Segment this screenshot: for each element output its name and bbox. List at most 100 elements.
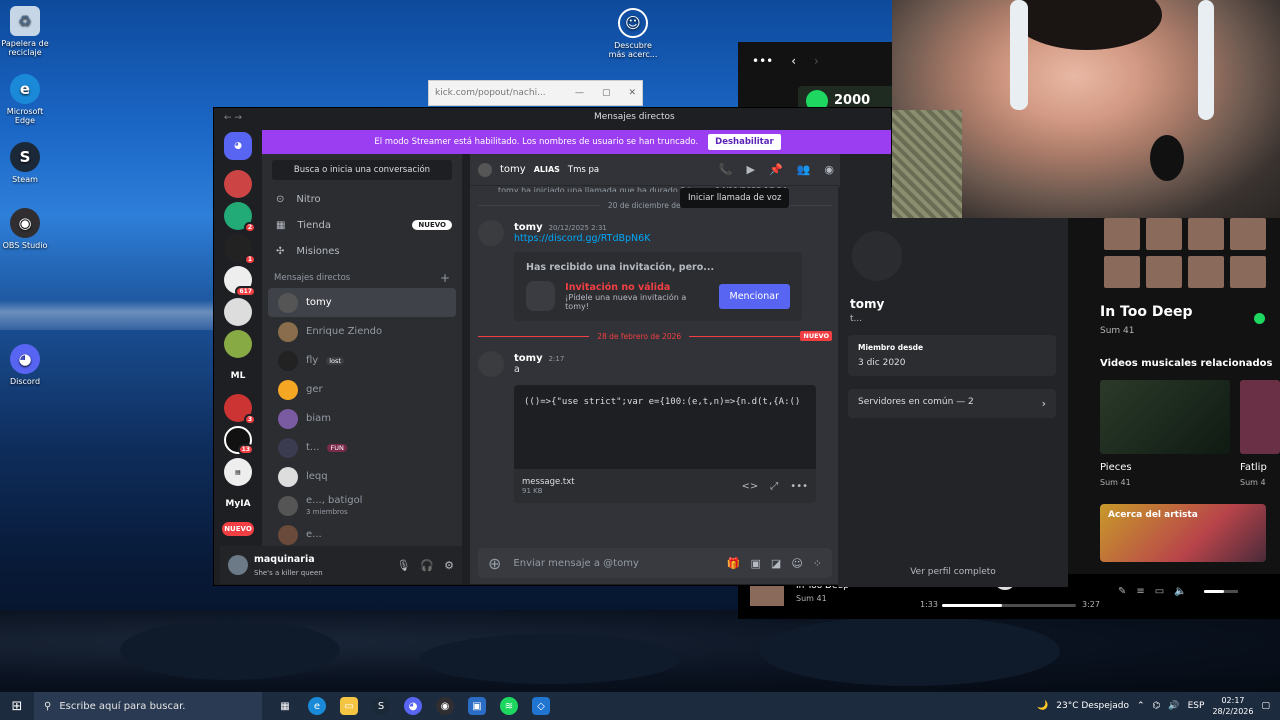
- app-icon[interactable]: ◇: [532, 697, 550, 715]
- gif-icon[interactable]: ▣: [751, 557, 761, 570]
- server-icon[interactable]: [224, 298, 252, 326]
- home-dm-button[interactable]: ◕: [224, 132, 252, 160]
- notifications-icon[interactable]: ▢: [1261, 701, 1270, 711]
- mutual-servers-card[interactable]: Servidores en común — 2 ›: [848, 389, 1056, 418]
- device-icon[interactable]: ▭: [1155, 586, 1164, 597]
- microphone-icon[interactable]: 🎙: [396, 559, 410, 572]
- add-dm-icon[interactable]: +: [440, 271, 450, 285]
- message-author[interactable]: tomy: [514, 222, 543, 233]
- server-icon[interactable]: [224, 330, 252, 358]
- chevron-up-icon[interactable]: ⌃: [1137, 701, 1145, 711]
- weather-text[interactable]: 23°C Despejado: [1056, 701, 1129, 711]
- video-call-icon[interactable]: ▶: [747, 163, 755, 176]
- view-full-profile-link[interactable]: Ver perfil completo: [838, 567, 1068, 577]
- back-arrow-icon[interactable]: ← →: [224, 113, 242, 123]
- add-friends-icon[interactable]: 👥: [797, 163, 811, 176]
- recipient-name[interactable]: tomy: [500, 164, 526, 175]
- progress-slider[interactable]: [942, 604, 1076, 607]
- maximize-icon[interactable]: ▢: [602, 88, 611, 98]
- edge-icon[interactable]: e: [308, 697, 326, 715]
- disable-streamer-button[interactable]: Deshabilitar: [708, 134, 781, 150]
- discord-icon[interactable]: ◕: [404, 697, 422, 715]
- server-icon[interactable]: 13: [224, 426, 254, 455]
- add-attachment-icon[interactable]: ⊕: [488, 554, 501, 573]
- lyrics-icon[interactable]: ✎: [1118, 586, 1126, 597]
- dm-item[interactable]: e..., batigol 3 miembros: [268, 491, 456, 520]
- file-name[interactable]: message.txt: [522, 477, 575, 487]
- mention-button[interactable]: Mencionar: [718, 283, 790, 309]
- avatar[interactable]: [478, 220, 504, 246]
- desktop-icon-discord[interactable]: ◕ Discord: [0, 344, 52, 386]
- server-icon[interactable]: 3: [224, 394, 256, 425]
- server-icon[interactable]: ▤: [224, 458, 252, 486]
- video-title[interactable]: Fatlip: [1240, 462, 1267, 473]
- video-title[interactable]: Pieces: [1100, 462, 1132, 473]
- obs-icon[interactable]: ◉: [436, 697, 454, 715]
- apps-icon[interactable]: ⁘: [813, 557, 822, 570]
- nav-nitro[interactable]: ⊙ Nitro: [262, 186, 462, 212]
- dm-item[interactable]: biam: [268, 404, 456, 433]
- avatar[interactable]: [478, 351, 504, 377]
- volume-icon[interactable]: 🔊: [1168, 701, 1179, 711]
- message-input[interactable]: Enviar mensaje a @tomy: [513, 558, 638, 569]
- avatar[interactable]: [228, 555, 248, 575]
- dm-item[interactable]: t... FUN: [268, 433, 456, 462]
- spotify-icon[interactable]: ≋: [500, 697, 518, 715]
- emoji-icon[interactable]: ☺: [791, 557, 802, 570]
- forward-icon[interactable]: ›: [814, 54, 819, 68]
- desktop-icon-steam[interactable]: S Steam: [0, 142, 52, 184]
- track-artist[interactable]: Sum 41: [1100, 326, 1135, 336]
- video-thumbnail[interactable]: [1100, 380, 1230, 454]
- taskbar-search[interactable]: ⚲ Escribe aquí para buscar.: [34, 692, 262, 720]
- nav-quests[interactable]: ✣ Misiones: [262, 238, 462, 264]
- message-composer[interactable]: ⊕ Enviar mensaje a @tomy 🎁 ▣ ◪ ☺ ⁘: [478, 548, 832, 578]
- dm-item-tomy[interactable]: tomy: [268, 288, 456, 317]
- desktop-icon-obs[interactable]: ◉ OBS Studio: [0, 208, 52, 250]
- more-icon[interactable]: •••: [752, 54, 773, 68]
- track-title[interactable]: In Too Deep: [1100, 304, 1192, 320]
- dm-item[interactable]: leqq: [268, 462, 456, 491]
- task-view-icon[interactable]: ▦: [276, 697, 294, 715]
- kick-popout-window[interactable]: kick.com/popout/nachi... — ▢ ✕: [428, 80, 643, 106]
- dm-item[interactable]: ger: [268, 375, 456, 404]
- volume-icon[interactable]: 🔈: [1174, 586, 1186, 597]
- profile-avatar[interactable]: [848, 227, 906, 285]
- desktop-icon-discover[interactable]: ☺ Descubre más acerc...: [606, 8, 660, 59]
- dm-item[interactable]: Enrique Ziendo: [268, 317, 456, 346]
- gift-icon[interactable]: 🎁: [727, 557, 741, 570]
- minimize-icon[interactable]: —: [575, 88, 584, 98]
- now-playing-artist[interactable]: Sum 41: [796, 594, 827, 603]
- nav-shop[interactable]: ▦ Tienda NUEVO: [262, 212, 462, 238]
- server-icon[interactable]: 1: [224, 234, 256, 265]
- server-icon[interactable]: 617: [224, 266, 256, 297]
- file-explorer-icon[interactable]: ▭: [340, 697, 358, 715]
- expand-icon[interactable]: ⤢: [770, 481, 778, 492]
- sticker-icon[interactable]: ◪: [771, 557, 781, 570]
- code-view-icon[interactable]: <>: [742, 481, 759, 492]
- voice-call-icon[interactable]: 📞: [719, 163, 733, 176]
- server-icon[interactable]: 2: [224, 202, 256, 233]
- steam-icon[interactable]: S: [372, 697, 390, 715]
- back-icon[interactable]: ‹: [791, 54, 796, 68]
- video-thumbnail[interactable]: [1240, 380, 1280, 454]
- language-indicator[interactable]: ESP: [1188, 701, 1205, 711]
- server-icon-ml[interactable]: ML: [224, 362, 252, 390]
- clock[interactable]: 02:17 28/2/2026: [1212, 695, 1253, 717]
- server-icon-myia[interactable]: MyIA: [224, 490, 252, 518]
- desktop-icon-recycle-bin[interactable]: ♻ Papelera de reciclaje: [0, 6, 52, 57]
- store-icon[interactable]: ▣: [468, 697, 486, 715]
- gear-icon[interactable]: ⚙: [444, 559, 454, 572]
- network-icon[interactable]: ⌬: [1153, 701, 1161, 711]
- windows-start-icon[interactable]: ⊞: [0, 699, 34, 714]
- volume-slider[interactable]: [1204, 590, 1238, 593]
- close-icon[interactable]: ✕: [628, 88, 636, 98]
- search-input[interactable]: Busca o inicia una conversación: [272, 160, 452, 180]
- about-artist-card[interactable]: Acerca del artista: [1100, 504, 1266, 562]
- dm-item[interactable]: fly lost: [268, 346, 456, 375]
- dm-item[interactable]: e...: [268, 520, 456, 549]
- pin-icon[interactable]: 📌: [769, 163, 783, 176]
- message-link[interactable]: https://discord.gg/RTdBpN6K: [514, 233, 802, 244]
- message-author[interactable]: tomy: [514, 353, 543, 364]
- desktop-icon-edge[interactable]: e Microsoft Edge: [0, 74, 52, 125]
- saved-check-icon[interactable]: [1254, 313, 1265, 324]
